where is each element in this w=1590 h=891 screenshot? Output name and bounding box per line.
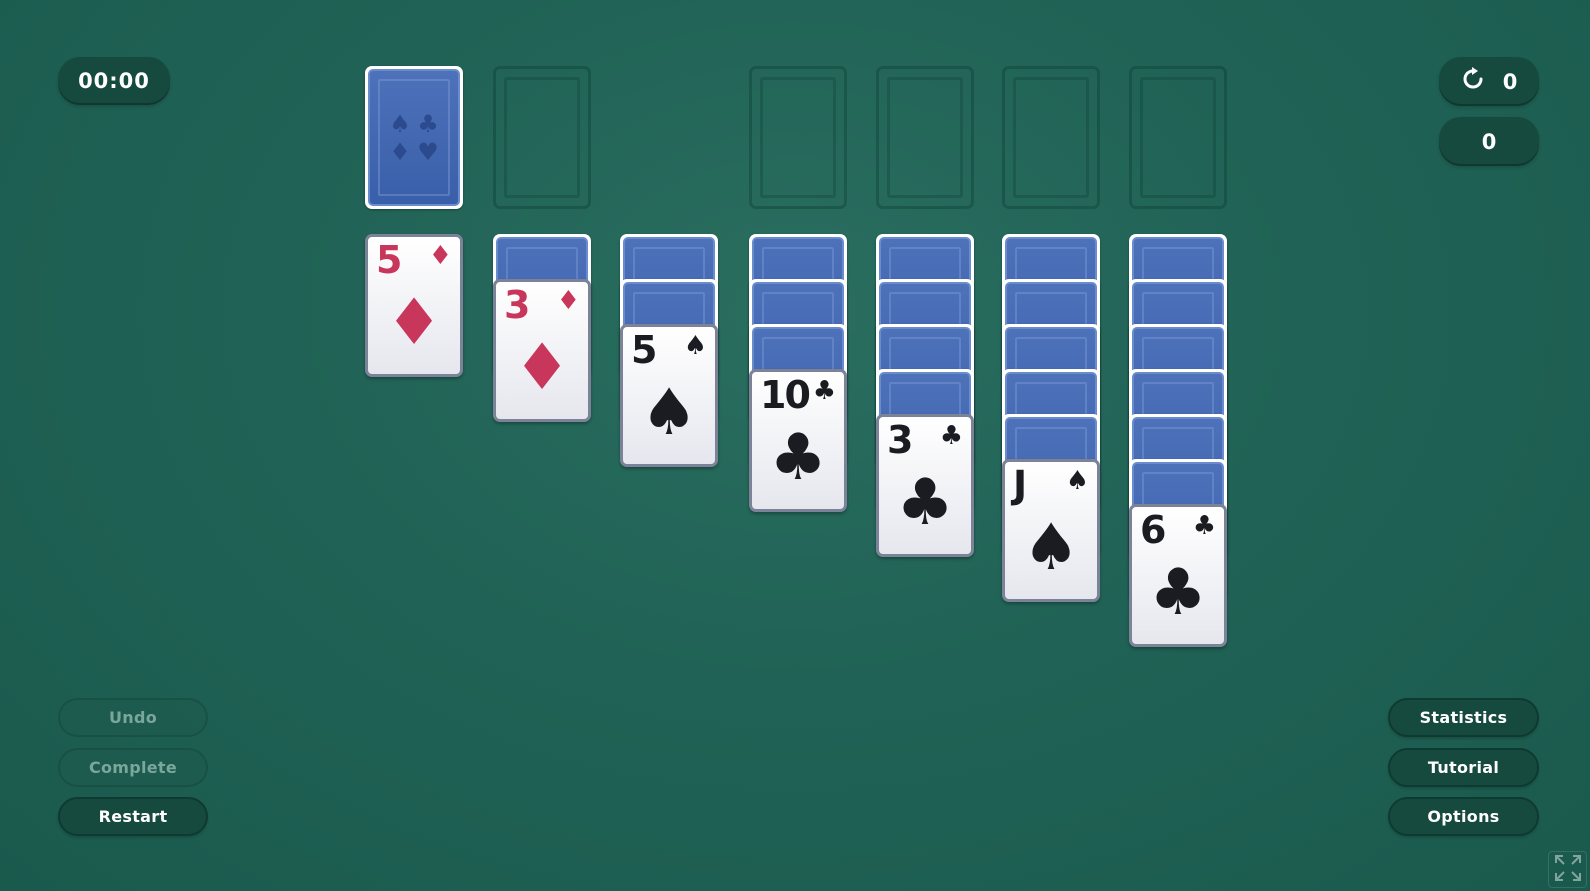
card-suit-icon: ♠ bbox=[1065, 466, 1089, 496]
options-button[interactable]: Options bbox=[1388, 797, 1539, 836]
spade-icon: ♠ bbox=[389, 109, 411, 138]
card-center-suit-icon: ♣ bbox=[769, 421, 827, 495]
card-center-suit-icon: ♣ bbox=[1149, 556, 1207, 630]
club-icon: ♣ bbox=[417, 109, 439, 138]
heart-icon: ♥ bbox=[417, 137, 439, 166]
timer-display: 00:00 bbox=[58, 57, 170, 105]
fullscreen-button[interactable] bbox=[1548, 851, 1587, 888]
face-up-card[interactable]: 6 ♣ ♣ bbox=[1129, 504, 1227, 647]
diamond-icon: ♦ bbox=[389, 137, 411, 166]
complete-button[interactable]: Complete bbox=[58, 748, 208, 787]
card-center-suit-icon: ♦ bbox=[385, 286, 443, 360]
statistics-button[interactable]: Statistics bbox=[1388, 698, 1539, 737]
card-suit-icon: ♣ bbox=[1192, 511, 1216, 541]
restart-arrow-icon bbox=[1461, 67, 1485, 96]
score-value: 0 bbox=[1481, 129, 1497, 154]
restart-button[interactable]: Restart bbox=[58, 797, 208, 836]
waste-slot[interactable] bbox=[493, 66, 591, 209]
fullscreen-icon bbox=[1553, 853, 1583, 887]
card-suit-icon: ♦ bbox=[428, 241, 452, 271]
foundation-slot-3[interactable] bbox=[1002, 66, 1100, 209]
score-counter: 0 bbox=[1439, 117, 1539, 166]
timer-value: 00:00 bbox=[78, 69, 150, 93]
card-center-suit-icon: ♦ bbox=[513, 331, 571, 405]
card-rank: 5 bbox=[376, 238, 402, 282]
stock-pile[interactable]: ♠ ♣ ♦ ♥ bbox=[365, 66, 463, 209]
tutorial-button[interactable]: Tutorial bbox=[1388, 748, 1539, 787]
undo-button[interactable]: Undo bbox=[58, 698, 208, 737]
face-up-card[interactable]: 5 ♠ ♠ bbox=[620, 324, 718, 467]
card-center-suit-icon: ♠ bbox=[1022, 511, 1080, 585]
moves-value: 0 bbox=[1502, 69, 1518, 94]
card-rank: 3 bbox=[504, 283, 530, 327]
stock-suit-emblem: ♠ ♣ ♦ ♥ bbox=[386, 110, 442, 166]
card-rank: J bbox=[1013, 463, 1027, 507]
card-rank: 10 bbox=[760, 373, 811, 417]
card-suit-icon: ♠ bbox=[683, 331, 707, 361]
foundation-slot-1[interactable] bbox=[749, 66, 847, 209]
card-suit-icon: ♣ bbox=[939, 421, 963, 451]
card-center-suit-icon: ♠ bbox=[640, 376, 698, 450]
face-up-card[interactable]: 3 ♦ ♦ bbox=[493, 279, 591, 422]
card-suit-icon: ♦ bbox=[556, 286, 580, 316]
card-suit-icon: ♣ bbox=[812, 376, 836, 406]
card-rank: 6 bbox=[1140, 508, 1166, 552]
face-up-card[interactable]: J ♠ ♠ bbox=[1002, 459, 1100, 602]
face-up-card[interactable]: 5 ♦ ♦ bbox=[365, 234, 463, 377]
foundation-slot-2[interactable] bbox=[876, 66, 974, 209]
foundation-slot-4[interactable] bbox=[1129, 66, 1227, 209]
card-center-suit-icon: ♣ bbox=[896, 466, 954, 540]
face-up-card[interactable]: 10 ♣ ♣ bbox=[749, 369, 847, 512]
face-up-card[interactable]: 3 ♣ ♣ bbox=[876, 414, 974, 557]
card-rank: 5 bbox=[631, 328, 657, 372]
card-rank: 3 bbox=[887, 418, 913, 462]
moves-counter: 0 bbox=[1439, 57, 1539, 106]
